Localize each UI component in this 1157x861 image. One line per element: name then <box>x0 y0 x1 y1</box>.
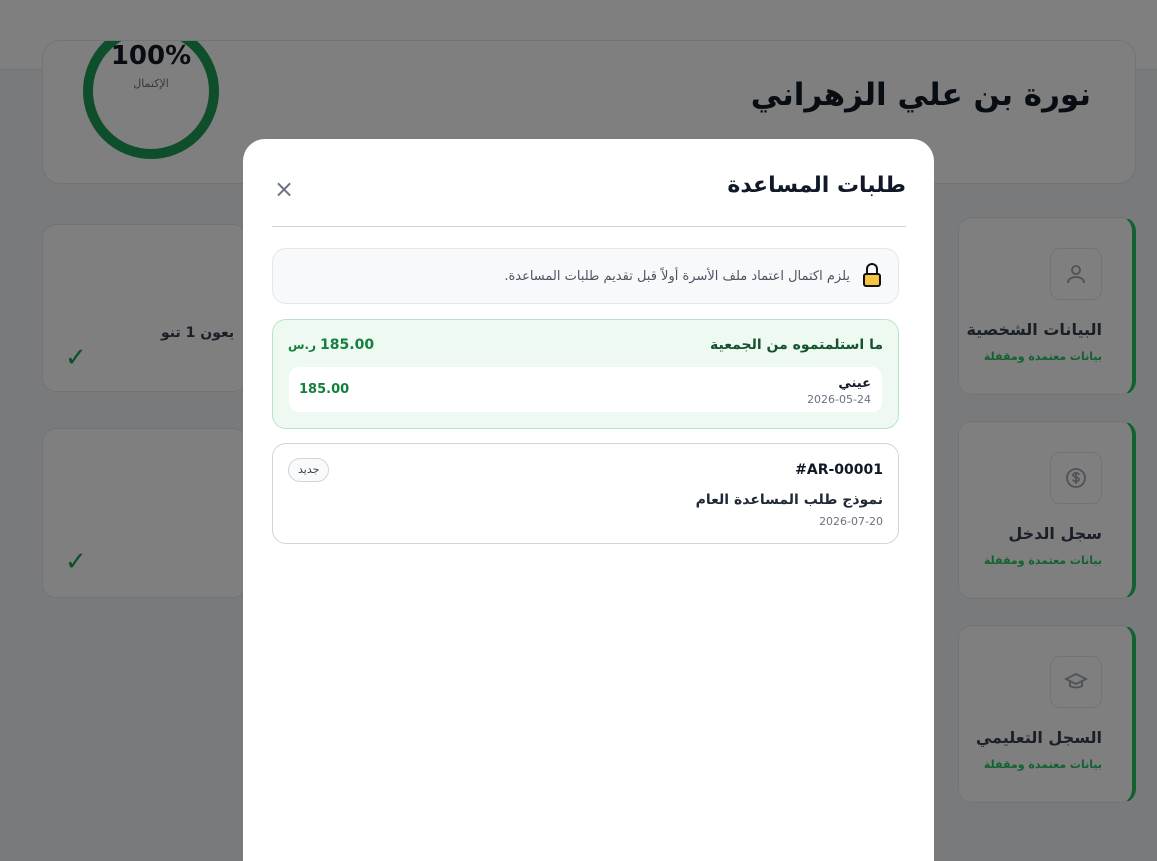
status-badge: جديد <box>288 458 330 482</box>
assistance-requests-modal: طلبات المساعدة × يلزم اكتمال اعتماد ملف … <box>243 139 934 861</box>
received-title: ما استلمتموه من الجمعية <box>710 337 883 353</box>
received-item-name: عيني <box>838 376 871 391</box>
received-summary: ما استلمتموه من الجمعية 185.00 ر.س عيني … <box>272 319 899 429</box>
modal-title: طلبات المساعدة <box>727 173 906 198</box>
close-icon[interactable]: × <box>272 177 296 201</box>
received-item: عيني 2026-05-24 185.00 <box>289 367 882 412</box>
received-item-date: 2026-05-24 <box>807 393 871 406</box>
request-id: #AR-00001 <box>795 462 883 478</box>
request-title: نموذج طلب المساعدة العام <box>695 492 883 508</box>
currency-label: ر.س <box>288 338 317 352</box>
received-total-amount: 185.00 <box>320 337 375 353</box>
received-total: 185.00 ر.س <box>288 337 374 353</box>
approval-notice: يلزم اكتمال اعتماد ملف الأسرة أولاً قبل … <box>272 248 899 304</box>
request-card[interactable]: #AR-00001 جديد نموذج طلب المساعدة العام … <box>272 443 899 544</box>
received-item-amount: 185.00 <box>299 382 350 397</box>
request-date: 2026-07-20 <box>819 515 883 528</box>
modal-header: طلبات المساعدة × <box>272 173 906 227</box>
lock-icon <box>862 263 882 289</box>
notice-text: يلزم اكتمال اعتماد ملف الأسرة أولاً قبل … <box>504 268 850 284</box>
